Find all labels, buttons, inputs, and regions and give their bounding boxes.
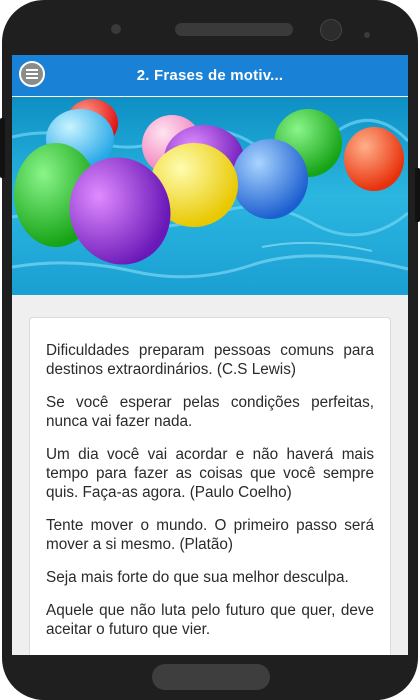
quote-text: Aquele que não luta pelo futuro que quer… [46,602,374,638]
page-title: 2. Frases de motiv... [136,67,284,84]
balloons-in-pool-image [12,97,408,295]
phone-frame: 2. Frases de motiv... Dificuldades prepa… [0,0,420,700]
hamburger-menu-icon [26,69,38,79]
quote-text: Seja mais forte do que sua melhor descul… [46,569,349,586]
app-screen: 2. Frases de motiv... Dificuldades prepa… [12,55,408,655]
front-camera [320,19,342,41]
quote-text: Um dia você vai acordar e não haverá mai… [46,446,374,501]
quotes-card: Dificuldades preparam pessoas comuns par… [29,317,391,655]
volume-button [0,118,5,178]
home-button[interactable] [152,664,270,690]
app-bar: 2. Frases de motiv... [12,55,408,97]
power-button [415,168,420,222]
sensor-dot [111,24,121,34]
light-sensor [364,32,370,38]
quote-text: Se você esperar pelas condições perfeita… [46,394,374,430]
menu-button[interactable] [19,61,45,87]
quote-text: Tente mover o mundo. O primeiro passo se… [46,517,374,553]
hero-image [12,97,408,295]
earpiece-speaker [175,23,293,36]
quote-text: Dificuldades preparam pessoas comuns par… [46,342,374,378]
